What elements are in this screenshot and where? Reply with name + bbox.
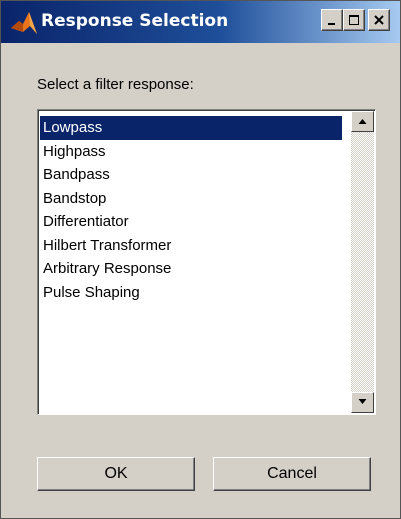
vertical-scrollbar[interactable]: [351, 111, 374, 413]
list-item-arbitrary-response[interactable]: Arbitrary Response: [40, 257, 342, 281]
list-item-bandstop[interactable]: Bandstop: [40, 187, 342, 211]
arrow-up-icon: [358, 119, 367, 124]
prompt-label: Select a filter response:: [37, 76, 194, 93]
arrow-down-icon: [358, 399, 367, 404]
list-items: Lowpass Highpass Bandpass Bandstop Diffe…: [40, 116, 342, 304]
title-bar[interactable]: Response Selection: [1, 1, 400, 43]
filter-response-listbox[interactable]: Lowpass Highpass Bandpass Bandstop Diffe…: [37, 109, 376, 415]
list-item-hilbert-transformer[interactable]: Hilbert Transformer: [40, 234, 342, 258]
response-selection-dialog: Response Selection Select a filter respo…: [0, 0, 401, 519]
maximize-button[interactable]: [343, 9, 365, 31]
close-icon: [374, 15, 384, 25]
list-item-bandpass[interactable]: Bandpass: [40, 163, 342, 187]
window-title: Response Selection: [41, 11, 229, 31]
minimize-icon: [328, 23, 335, 25]
list-item-lowpass[interactable]: Lowpass: [40, 116, 342, 140]
list-item-differentiator[interactable]: Differentiator: [40, 210, 342, 234]
scroll-up-button[interactable]: [351, 111, 374, 132]
list-item-pulse-shaping[interactable]: Pulse Shaping: [40, 281, 342, 305]
cancel-button[interactable]: Cancel: [213, 457, 371, 491]
scroll-down-button[interactable]: [351, 392, 374, 413]
ok-button[interactable]: OK: [37, 457, 195, 491]
list-item-highpass[interactable]: Highpass: [40, 140, 342, 164]
maximize-icon: [349, 15, 359, 25]
minimize-button[interactable]: [321, 9, 343, 31]
close-button[interactable]: [368, 9, 390, 31]
matlab-membrane-icon: [10, 10, 38, 36]
